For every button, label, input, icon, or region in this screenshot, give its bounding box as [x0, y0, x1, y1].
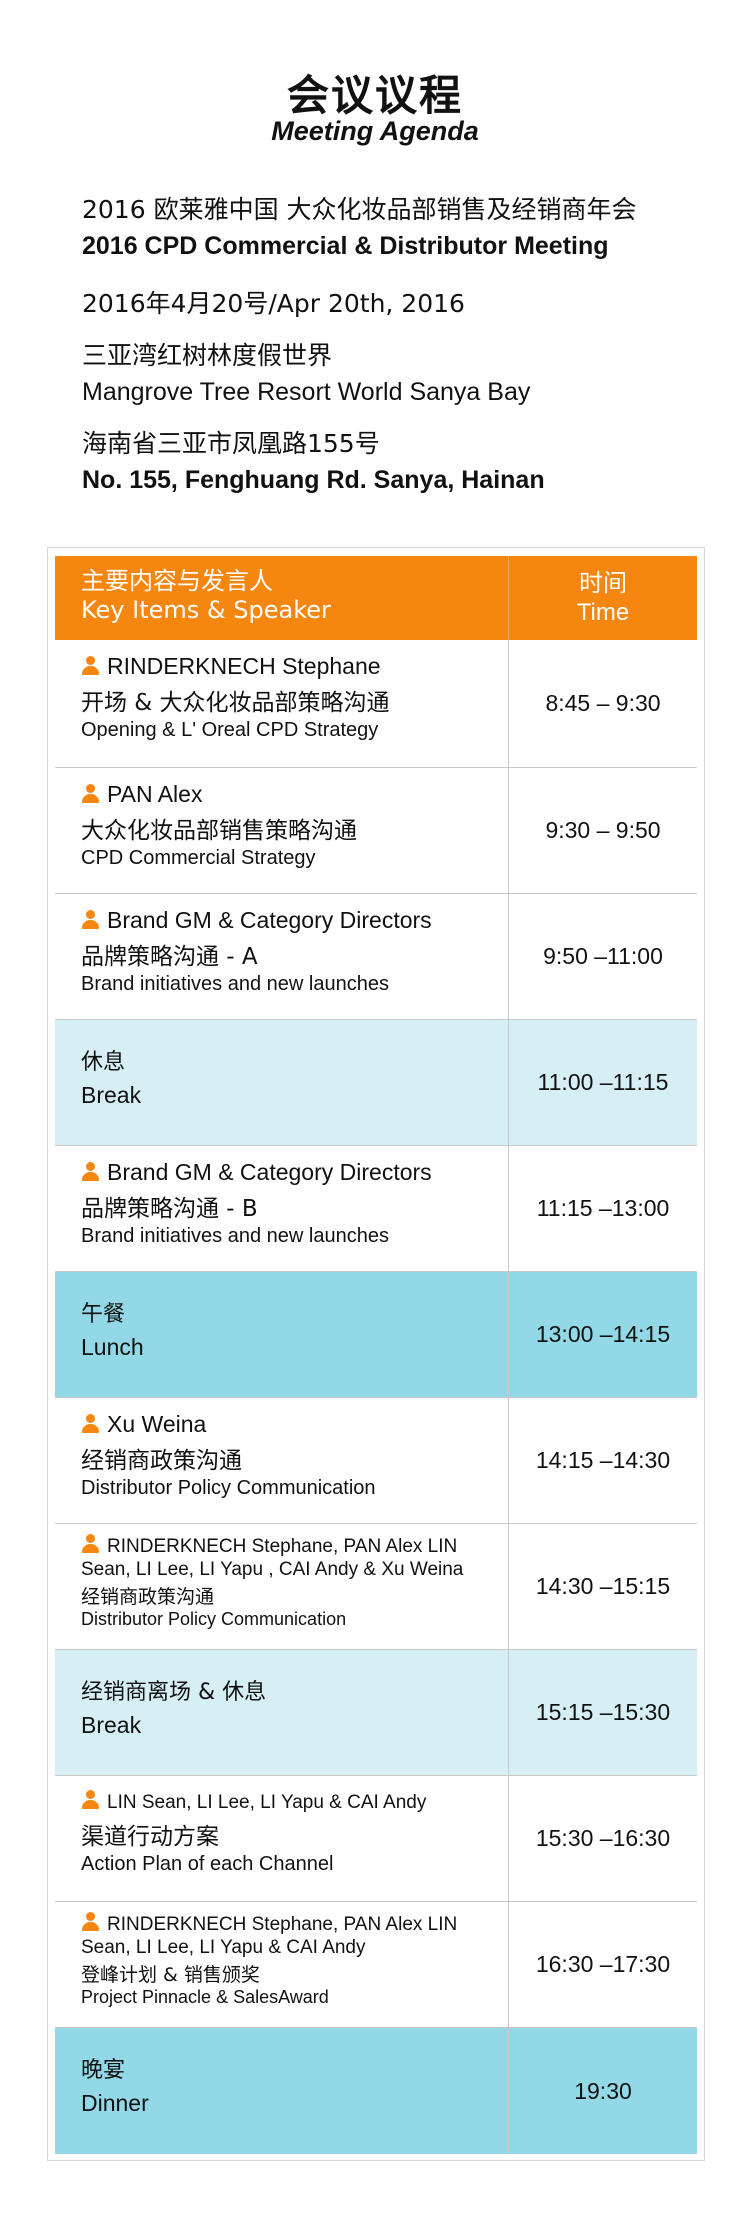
venue-en: Mangrove Tree Resort World Sanya Bay: [82, 378, 531, 406]
person-icon: [81, 1912, 99, 1932]
event-date-text: 2016年4月20号/Apr 20th, 2016: [82, 289, 465, 318]
header-time: 时间 Time: [508, 556, 697, 640]
person-icon: [81, 1534, 99, 1554]
agenda-row: RINDERKNECH Stephane, PAN Alex LIN Sean,…: [55, 1902, 697, 2028]
topic-cn: 开场 & 大众化妆品部策略沟通: [81, 690, 390, 716]
lunch-title-cn: 午餐: [81, 1302, 126, 1327]
time-slot: 19:30: [508, 2028, 697, 2154]
speaker-text: PAN Alex: [107, 781, 203, 807]
person-icon: [81, 1790, 99, 1810]
agenda-table: 主要内容与发言人 Key Items & Speaker 时间 Time RIN…: [47, 547, 705, 2161]
topic-en: Distributor Policy Communication: [81, 1609, 347, 1629]
time-slot: 16:30 –17:30: [508, 1902, 697, 2027]
person-icon: [81, 656, 99, 676]
dinner-title-en: Dinner: [81, 2090, 149, 2116]
speaker-text: RINDERKNECH Stephane, PAN Alex LIN Sean,…: [81, 1914, 458, 1958]
time-slot: 11:00 –11:15: [508, 1020, 697, 1145]
page-title-en: Meeting Agenda: [271, 116, 479, 146]
agenda-row-dinner: 晚宴 Dinner 19:30: [55, 2028, 697, 2154]
agenda-row: PAN Alex 大众化妆品部销售策略沟通 CPD Commercial Str…: [55, 768, 697, 894]
speaker-name: RINDERKNECH Stephane: [81, 652, 501, 680]
event-name-en: 2016 CPD Commercial & Distributor Meetin…: [82, 232, 609, 260]
header-items-en: Key Items & Speaker: [81, 596, 331, 624]
time-slot: 14:15 –14:30: [508, 1398, 697, 1523]
header-items-cn: 主要内容与发言人: [81, 567, 273, 595]
topic-en: CPD Commercial Strategy: [81, 847, 316, 869]
topic-en: Brand initiatives and new launches: [81, 1225, 389, 1247]
agenda-row-break: 休息 Break 11:00 –11:15: [55, 1020, 697, 1146]
header-time-cn: 时间: [579, 570, 627, 597]
time-slot: 8:45 – 9:30: [508, 640, 697, 767]
topic-cn: 经销商政策沟通: [81, 1448, 242, 1474]
speaker-text: Brand GM & Category Directors: [107, 1159, 432, 1185]
topic-en: Action Plan of each Channel: [81, 1853, 334, 1875]
agenda-row: Brand GM & Category Directors 品牌策略沟通 - A…: [55, 894, 697, 1020]
break-title-en: Break: [81, 1082, 142, 1108]
break-title-en: Break: [81, 1712, 142, 1738]
break-title-cn: 经销商离场 & 休息: [81, 1680, 267, 1705]
time-slot: 9:30 – 9:50: [508, 768, 697, 893]
speaker-text: Xu Weina: [107, 1411, 207, 1437]
break-title-cn: 休息: [81, 1050, 126, 1075]
topic-en: Opening & L' Oreal CPD Strategy: [81, 719, 379, 741]
speaker-name: Brand GM & Category Directors: [81, 1158, 501, 1186]
person-icon: [81, 1162, 99, 1182]
page-title-cn: 会议议程: [286, 71, 463, 120]
speaker-name: Brand GM & Category Directors: [81, 906, 501, 934]
topic-cn: 经销商政策沟通: [81, 1586, 215, 1608]
topic-cn: 品牌策略沟通 - B: [81, 1196, 258, 1222]
address-info: 海南省三亚市凤凰路155号 No. 155, Fenghuang Rd. San…: [82, 426, 545, 498]
lunch-title-en: Lunch: [81, 1334, 144, 1360]
time-slot: 13:00 –14:15: [508, 1272, 697, 1397]
speaker-name: PAN Alex: [81, 780, 501, 808]
speaker-text: RINDERKNECH Stephane: [107, 653, 381, 679]
topic-en: Distributor Policy Communication: [81, 1477, 376, 1499]
topic-cn: 渠道行动方案: [81, 1824, 219, 1850]
event-name-cn: 2016 欧莱雅中国 大众化妆品部销售及经销商年会: [82, 195, 637, 224]
time-slot: 14:30 –15:15: [508, 1524, 697, 1649]
dinner-title-cn: 晚宴: [81, 2058, 126, 2083]
speaker-text: LIN Sean, LI Lee, LI Yapu & CAI Andy: [107, 1792, 427, 1813]
venue-info: 三亚湾红树林度假世界 Mangrove Tree Resort World Sa…: [82, 338, 530, 410]
agenda-row: LIN Sean, LI Lee, LI Yapu & CAI Andy 渠道行…: [55, 1776, 697, 1902]
topic-cn: 登峰计划 & 销售颁奖: [81, 1964, 260, 1986]
speaker-name: Xu Weina: [81, 1410, 501, 1438]
agenda-row: Xu Weina 经销商政策沟通 Distributor Policy Comm…: [55, 1398, 697, 1524]
agenda-row-break: 经销商离场 & 休息 Break 15:15 –15:30: [55, 1650, 697, 1776]
agenda-row: RINDERKNECH Stephane, PAN Alex LIN Sean,…: [55, 1524, 697, 1650]
speaker-text: RINDERKNECH Stephane, PAN Alex LIN Sean,…: [81, 1536, 464, 1580]
time-slot: 9:50 –11:00: [508, 894, 697, 1019]
address-cn: 海南省三亚市凤凰路155号: [82, 429, 380, 458]
topic-cn: 品牌策略沟通 - A: [81, 944, 258, 970]
topic-cn: 大众化妆品部销售策略沟通: [81, 818, 357, 844]
venue-cn: 三亚湾红树林度假世界: [82, 341, 333, 370]
speaker-name: RINDERKNECH Stephane, PAN Alex LIN Sean,…: [81, 1912, 511, 1959]
event-date: 2016年4月20号/Apr 20th, 2016: [82, 286, 465, 322]
topic-en: Brand initiatives and new launches: [81, 973, 389, 995]
speaker-text: Brand GM & Category Directors: [107, 907, 432, 933]
time-slot: 11:15 –13:00: [508, 1146, 697, 1271]
agenda-row: Brand GM & Category Directors 品牌策略沟通 - B…: [55, 1146, 697, 1272]
time-slot: 15:15 –15:30: [508, 1650, 697, 1775]
header-time-en: Time: [576, 599, 630, 626]
agenda-row-lunch: 午餐 Lunch 13:00 –14:15: [55, 1272, 697, 1398]
person-icon: [81, 910, 99, 930]
topic-en: Project Pinnacle & SalesAward: [81, 1987, 329, 2007]
time-slot: 15:30 –16:30: [508, 1776, 697, 1901]
address-en: No. 155, Fenghuang Rd. Sanya, Hainan: [82, 466, 545, 494]
person-icon: [81, 784, 99, 804]
agenda-row: RINDERKNECH Stephane 开场 & 大众化妆品部策略沟通 Ope…: [55, 640, 697, 768]
agenda-header-row: 主要内容与发言人 Key Items & Speaker 时间 Time: [55, 556, 697, 640]
speaker-name: RINDERKNECH Stephane, PAN Alex LIN Sean,…: [81, 1534, 511, 1581]
event-info: 2016 欧莱雅中国 大众化妆品部销售及经销商年会 2016 CPD Comme…: [82, 192, 637, 264]
speaker-name: LIN Sean, LI Lee, LI Yapu & CAI Andy: [81, 1790, 501, 1814]
person-icon: [81, 1414, 99, 1434]
